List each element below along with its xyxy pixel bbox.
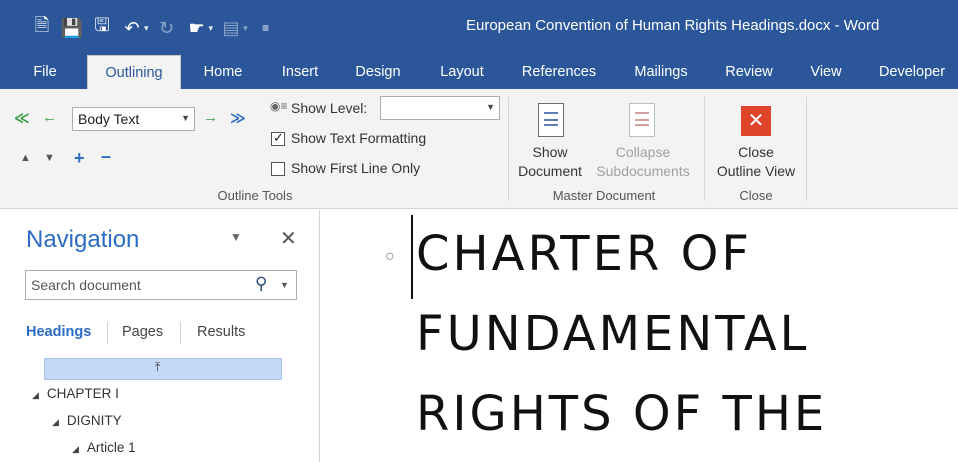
outline-level-value: Body Text xyxy=(78,111,140,127)
tab-view[interactable]: View xyxy=(800,55,852,89)
demote-to-body-text-icon[interactable]: ≫ xyxy=(230,109,246,127)
search-icon[interactable]: ⚲ xyxy=(255,274,267,294)
move-up-icon[interactable]: ▲ xyxy=(20,152,31,164)
master-document-group-label: Master Document xyxy=(552,188,656,203)
touch-mode-dropdown-icon[interactable]: ▾ xyxy=(209,23,214,34)
tab-developer[interactable]: Developer xyxy=(868,55,956,89)
document-heading-line[interactable]: FUNDAMENTAL xyxy=(416,306,809,362)
outline-tools-group-label: Outline Tools xyxy=(217,188,293,203)
undo-icon[interactable]: ↶ xyxy=(120,16,144,40)
show-text-formatting-label[interactable]: Show Text Formatting xyxy=(291,130,426,146)
customize-qat-icon[interactable]: ≡ xyxy=(254,16,278,40)
undo-dropdown-icon[interactable]: ▾ xyxy=(144,23,149,34)
tab-divider xyxy=(180,322,181,344)
document-area[interactable]: ○ CHARTER OF FUNDAMENTAL RIGHTS OF THE xyxy=(321,210,958,462)
tree-item[interactable]: ◢ CHAPTER I xyxy=(32,386,119,401)
tab-layout[interactable]: Layout xyxy=(428,55,496,89)
chevron-down-icon: ▼ xyxy=(181,113,190,123)
save-as-icon[interactable]: 🖫 xyxy=(90,15,114,40)
tab-outlining[interactable]: Outlining xyxy=(87,55,181,89)
title-bar: 🗎 💾 🖫 ↶ ▾ ↻ ☛ ▾ ▤ ▾ ≡ European Conventio… xyxy=(0,0,958,55)
document-heading-line[interactable]: CHARTER OF xyxy=(416,226,752,282)
expand-triangle-icon[interactable]: ◢ xyxy=(72,444,79,454)
ribbon: ≪ ← Body Text ▼ → ≫ ▲ ▼ + – ◉≡ Show Leve… xyxy=(0,89,958,209)
close-outline-view-button[interactable]: Close Outline View xyxy=(708,143,804,181)
expand-triangle-icon[interactable]: ◢ xyxy=(32,390,39,400)
show-document-icon[interactable] xyxy=(538,103,564,137)
show-document-label-line2: Document xyxy=(518,163,582,179)
document-heading-line[interactable]: RIGHTS OF THE xyxy=(416,386,827,442)
print-preview-icon[interactable]: ▤ xyxy=(219,16,243,40)
group-divider xyxy=(704,97,705,201)
tree-item[interactable]: ◢ Article 1 xyxy=(72,440,136,455)
tab-pages[interactable]: Pages xyxy=(122,324,163,340)
close-icon[interactable]: ✕ xyxy=(741,106,771,136)
tab-file[interactable]: File xyxy=(20,55,70,89)
navigation-pane: Navigation ▼ ✕ Search document ⚲ ▼ Headi… xyxy=(0,210,320,462)
tree-item[interactable]: ◢ DIGNITY xyxy=(52,413,122,428)
outline-level-dropdown[interactable]: Body Text ▼ xyxy=(72,107,195,131)
window-title: European Convention of Human Rights Head… xyxy=(466,17,880,34)
redo-icon[interactable]: ↻ xyxy=(155,16,179,40)
collapse-subdocuments-button[interactable]: Collapse Subdocuments xyxy=(590,143,696,181)
chevron-down-icon: ▼ xyxy=(486,102,495,112)
group-divider xyxy=(806,97,807,201)
touch-mode-icon[interactable]: ☛ xyxy=(185,16,209,40)
new-document-icon[interactable]: 🗎 xyxy=(30,15,54,40)
text-cursor xyxy=(411,215,413,299)
jump-to-beginning-bar[interactable]: ⤒ xyxy=(44,358,282,380)
collapse-subdocuments-icon[interactable] xyxy=(629,103,655,137)
group-divider xyxy=(508,97,509,201)
quick-access-toolbar: 🗎 💾 🖫 ↶ ▾ ↻ ☛ ▾ ▤ ▾ ≡ xyxy=(30,14,278,42)
expand-triangle-icon[interactable]: ◢ xyxy=(52,417,59,427)
collapse-label-line1: Collapse xyxy=(615,144,671,160)
navigation-title: Navigation xyxy=(26,226,140,253)
show-level-label: Show Level: xyxy=(291,100,368,116)
show-text-formatting-checkbox[interactable] xyxy=(271,130,285,146)
close-label-line1: Close xyxy=(738,144,774,160)
tab-insert[interactable]: Insert xyxy=(270,55,330,89)
tab-design[interactable]: Design xyxy=(345,55,411,89)
tab-results[interactable]: Results xyxy=(197,324,245,340)
tree-item-label: DIGNITY xyxy=(66,413,122,428)
close-label-line2: Outline View xyxy=(716,163,796,179)
show-first-line-only-label[interactable]: Show First Line Only xyxy=(291,160,420,176)
collapse-icon[interactable]: – xyxy=(101,147,111,165)
chevron-down-icon[interactable]: ▼ xyxy=(280,280,289,290)
collapse-label-line2: Subdocuments xyxy=(596,163,690,179)
show-level-icon: ◉≡ xyxy=(270,99,288,113)
save-icon[interactable]: 💾 xyxy=(60,16,84,40)
print-preview-dropdown-icon[interactable]: ▾ xyxy=(243,23,248,34)
search-document-input[interactable]: Search document ⚲ ▼ xyxy=(25,270,297,300)
tab-review[interactable]: Review xyxy=(715,55,783,89)
show-document-button[interactable]: Show Document xyxy=(510,143,590,181)
tab-mailings[interactable]: Mailings xyxy=(622,55,700,89)
close-icon[interactable]: ✕ xyxy=(280,226,297,251)
expand-icon[interactable]: + xyxy=(74,149,85,167)
move-down-icon[interactable]: ▼ xyxy=(44,152,55,164)
ribbon-tabs: File Outlining Home Insert Design Layout… xyxy=(0,55,958,89)
close-group-label: Close xyxy=(739,188,773,203)
tab-divider xyxy=(107,322,108,344)
tab-headings[interactable]: Headings xyxy=(26,324,91,340)
demote-icon[interactable]: → xyxy=(203,109,218,126)
tab-home[interactable]: Home xyxy=(192,55,254,89)
search-placeholder: Search document xyxy=(31,277,141,293)
show-document-label-line1: Show xyxy=(532,144,568,160)
outline-bullet-icon[interactable]: ○ xyxy=(385,248,395,266)
promote-to-heading1-icon[interactable]: ≪ xyxy=(14,109,30,127)
tab-references[interactable]: References xyxy=(514,55,604,89)
show-level-dropdown[interactable]: ▼ xyxy=(380,96,500,120)
jump-to-top-icon: ⤒ xyxy=(155,360,161,374)
tree-item-label: CHAPTER I xyxy=(46,386,119,401)
promote-icon[interactable]: ← xyxy=(42,109,57,126)
show-first-line-only-checkbox[interactable] xyxy=(271,162,285,176)
tree-item-label: Article 1 xyxy=(86,440,136,455)
pane-options-icon[interactable]: ▼ xyxy=(230,230,242,244)
